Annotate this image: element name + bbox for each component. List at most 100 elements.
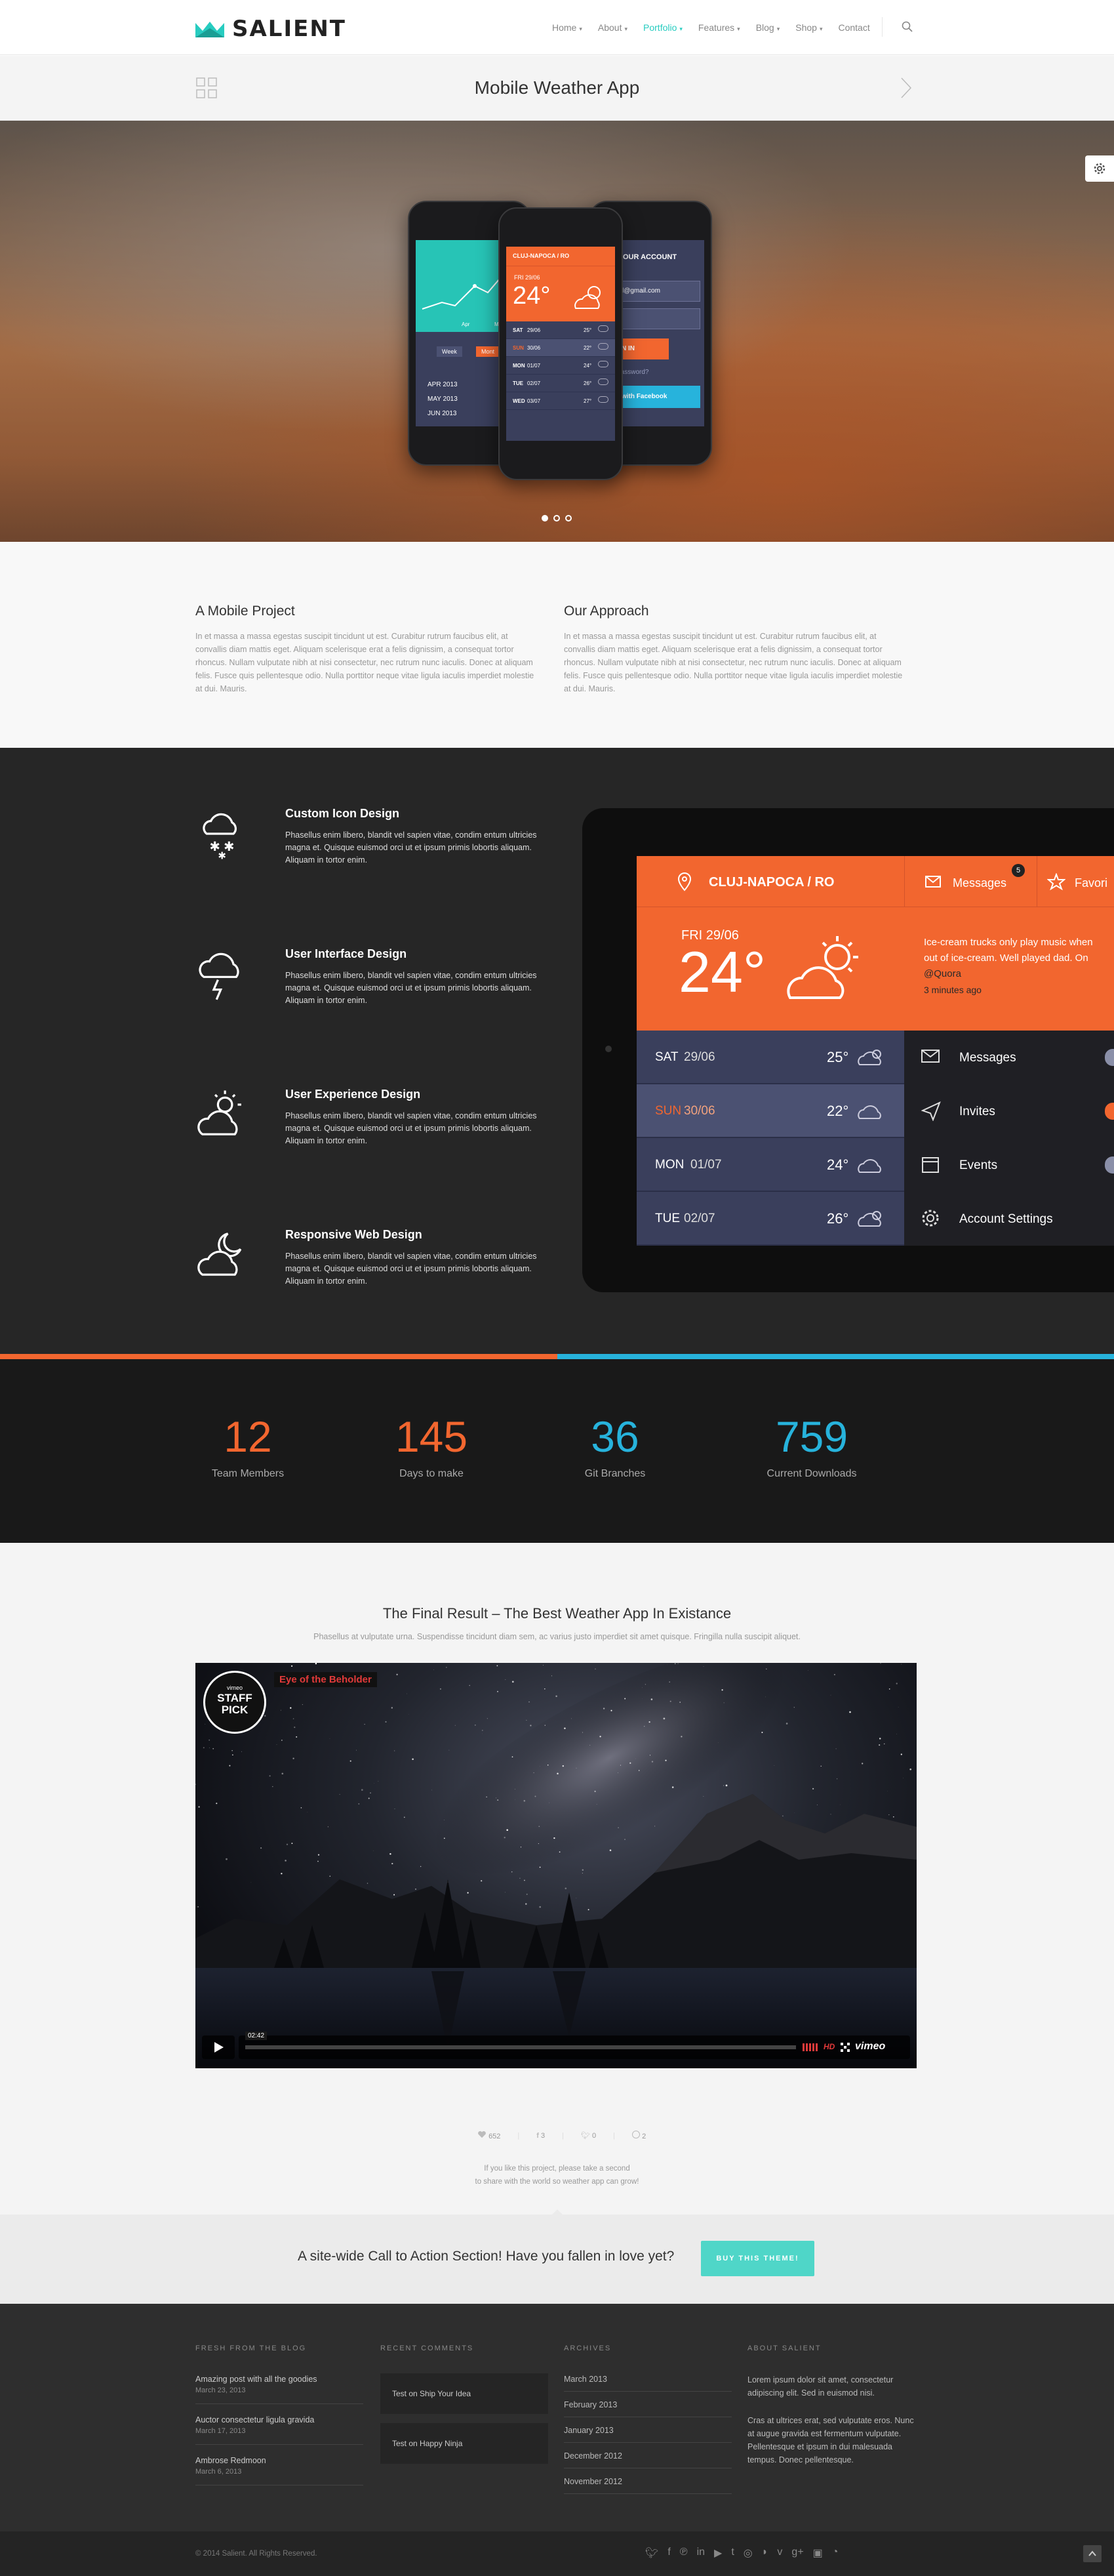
forecast-day: SAT — [655, 1050, 679, 1064]
video-clip-title-link[interactable]: Eye of the Beholder — [274, 1672, 377, 1687]
tablet-favorites-tab[interactable]: Favori — [1075, 876, 1107, 890]
instagram-icon[interactable]: ▣ — [813, 2546, 823, 2560]
slide-dot[interactable] — [553, 515, 560, 521]
fullscreen-icon[interactable] — [841, 2043, 850, 2052]
twitter-icon[interactable]: 🐦︎ — [645, 2546, 658, 2560]
star — [539, 1906, 541, 1908]
archive-link[interactable]: March 2013 — [564, 2375, 607, 2384]
chevron-down-icon: ▾ — [737, 26, 740, 32]
tablet-messages-tab[interactable]: Messages — [953, 876, 1006, 890]
star — [497, 1690, 498, 1692]
star — [538, 1843, 539, 1845]
blog-post-link[interactable]: Ambrose Redmoon — [195, 2456, 266, 2465]
facebook-icon[interactable]: f — [667, 2546, 670, 2560]
next-project-arrow-icon[interactable] — [900, 76, 913, 103]
star — [364, 1723, 365, 1725]
cloud-icon — [598, 378, 608, 385]
google-plus-icon[interactable]: g+ — [791, 2546, 803, 2560]
like-button[interactable]: 652 — [477, 2131, 500, 2140]
back-to-top-button[interactable] — [1083, 2545, 1102, 2562]
dribbble-icon[interactable]: ◎ — [744, 2546, 753, 2560]
hd-toggle[interactable]: HD — [824, 2042, 835, 2051]
archive-link[interactable]: December 2012 — [564, 2451, 622, 2461]
month-item: MAY 2013 — [428, 396, 458, 403]
nav-item-portfolio[interactable]: Portfolio ▾ — [635, 20, 690, 35]
tumblr-icon[interactable]: t — [731, 2546, 734, 2560]
password-field[interactable] — [616, 308, 700, 329]
vimeo-logo[interactable]: vimeo — [855, 2041, 885, 2053]
star — [349, 1760, 351, 1762]
nav-item-blog[interactable]: Blog ▾ — [748, 20, 788, 35]
comment-item[interactable]: Test on Happy Ninja — [380, 2423, 548, 2464]
pinterest-count: 2 — [642, 2133, 647, 2140]
stat-number: 145 — [395, 1412, 468, 1461]
linkedin-icon[interactable]: in — [697, 2546, 705, 2560]
rss-icon[interactable]: ◗ — [762, 2546, 768, 2560]
tablet-forecast-row: TUE 02/07 26° — [637, 1192, 904, 1246]
star — [294, 1727, 296, 1728]
main-nav: Home ▾ About ▾ Portfolio ▾ Features ▾ Blog ▾ Shop ▾… — [544, 20, 878, 35]
nav-divider — [882, 17, 883, 37]
star — [285, 1860, 287, 1862]
play-button[interactable] — [202, 2035, 235, 2059]
forecast-day: TUE — [513, 380, 523, 386]
star — [820, 1765, 822, 1767]
archive-link[interactable]: January 2013 — [564, 2426, 614, 2435]
tablet-menu-item[interactable]: Messages — [904, 1031, 1114, 1084]
comment-item[interactable]: Test on Ship Your Idea — [380, 2373, 548, 2414]
slide-dot[interactable] — [565, 515, 572, 521]
facebook-icon: f — [536, 2131, 539, 2140]
tablet-menu-item[interactable]: Events — [904, 1138, 1114, 1192]
sun-cloud-icon — [857, 1209, 886, 1232]
slide-dot-active[interactable] — [542, 515, 548, 521]
tweet-handle-link[interactable]: @Quora — [924, 968, 961, 979]
star — [315, 1663, 317, 1665]
facebook-share-button[interactable]: f 3 — [536, 2132, 545, 2140]
today-temp: 24° — [513, 282, 551, 310]
pinterest-share-button[interactable]: 2 — [632, 2131, 646, 2140]
footer-archives-heading: ARCHIVES — [564, 2344, 612, 2352]
nav-item-home[interactable]: Home ▾ — [544, 20, 590, 35]
nav-item-about[interactable]: About ▾ — [590, 20, 635, 35]
star — [638, 1770, 640, 1771]
star — [587, 1909, 589, 1911]
logo[interactable]: SALIENT — [195, 16, 346, 42]
email-field[interactable]: l@gmail.com — [616, 281, 700, 302]
nav-item-contact[interactable]: Contact — [830, 20, 877, 35]
twitter-share-button[interactable]: 🐦︎ 0 — [581, 2131, 596, 2140]
search-icon[interactable] — [902, 21, 913, 36]
star — [374, 1783, 375, 1784]
star — [443, 1837, 445, 1839]
facebook-login-button[interactable]: with Facebook — [616, 386, 700, 408]
archive-link[interactable]: November 2012 — [564, 2477, 622, 2486]
youtube-icon[interactable]: ▶ — [714, 2546, 722, 2560]
star — [544, 1725, 546, 1726]
steam-icon[interactable]: ◔ — [832, 2546, 839, 2560]
settings-panel-toggle[interactable] — [1085, 155, 1114, 182]
sign-in-button[interactable]: N IN — [616, 338, 669, 359]
tablet-menu-item[interactable]: Account Settings — [904, 1192, 1114, 1246]
heart-icon — [478, 2131, 486, 2138]
star — [433, 1669, 434, 1670]
brand-name: SALIENT — [232, 16, 346, 42]
tablet-menu-item[interactable]: Invites — [904, 1084, 1114, 1138]
vimeo-video-player[interactable]: vimeo STAFF PICK Eye of the Beholder 02:… — [195, 1663, 917, 2068]
blog-post-link[interactable]: Auctor consectetur ligula gravida — [195, 2415, 314, 2424]
blog-post-link[interactable]: Amazing post with all the goodies — [195, 2375, 317, 2384]
star — [389, 1853, 391, 1855]
archive-link[interactable]: February 2013 — [564, 2400, 617, 2409]
nav-item-features[interactable]: Features ▾ — [690, 20, 748, 35]
vimeo-icon[interactable]: v — [777, 2546, 782, 2560]
volume-bars-icon[interactable] — [803, 2043, 820, 2051]
comment-link[interactable]: Test on Ship Your Idea — [380, 2373, 548, 2414]
star — [530, 1725, 532, 1727]
progress-track[interactable] — [245, 2045, 796, 2049]
pinterest-icon[interactable]: ℗ — [680, 2546, 688, 2560]
star — [538, 1826, 540, 1828]
month-button[interactable]: Mont — [476, 346, 500, 357]
nav-item-shop[interactable]: Shop ▾ — [787, 20, 830, 35]
star — [420, 1866, 422, 1868]
buy-theme-button[interactable]: BUY THIS THEME! — [701, 2241, 814, 2276]
week-button[interactable]: Week — [437, 346, 462, 357]
comment-link[interactable]: Test on Happy Ninja — [380, 2423, 548, 2464]
